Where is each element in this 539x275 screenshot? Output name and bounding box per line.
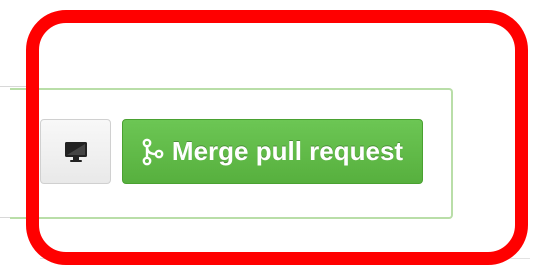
merge-pull-request-button[interactable]: Merge pull request <box>122 119 423 184</box>
merge-button-label: Merge pull request <box>171 136 404 166</box>
open-in-desktop-button[interactable] <box>40 119 111 184</box>
merge-section: Merge pull request <box>0 0 539 275</box>
git-merge-icon <box>142 138 164 166</box>
divider-top <box>0 86 26 87</box>
desktop-icon <box>64 141 88 163</box>
divider-lower <box>40 258 530 259</box>
